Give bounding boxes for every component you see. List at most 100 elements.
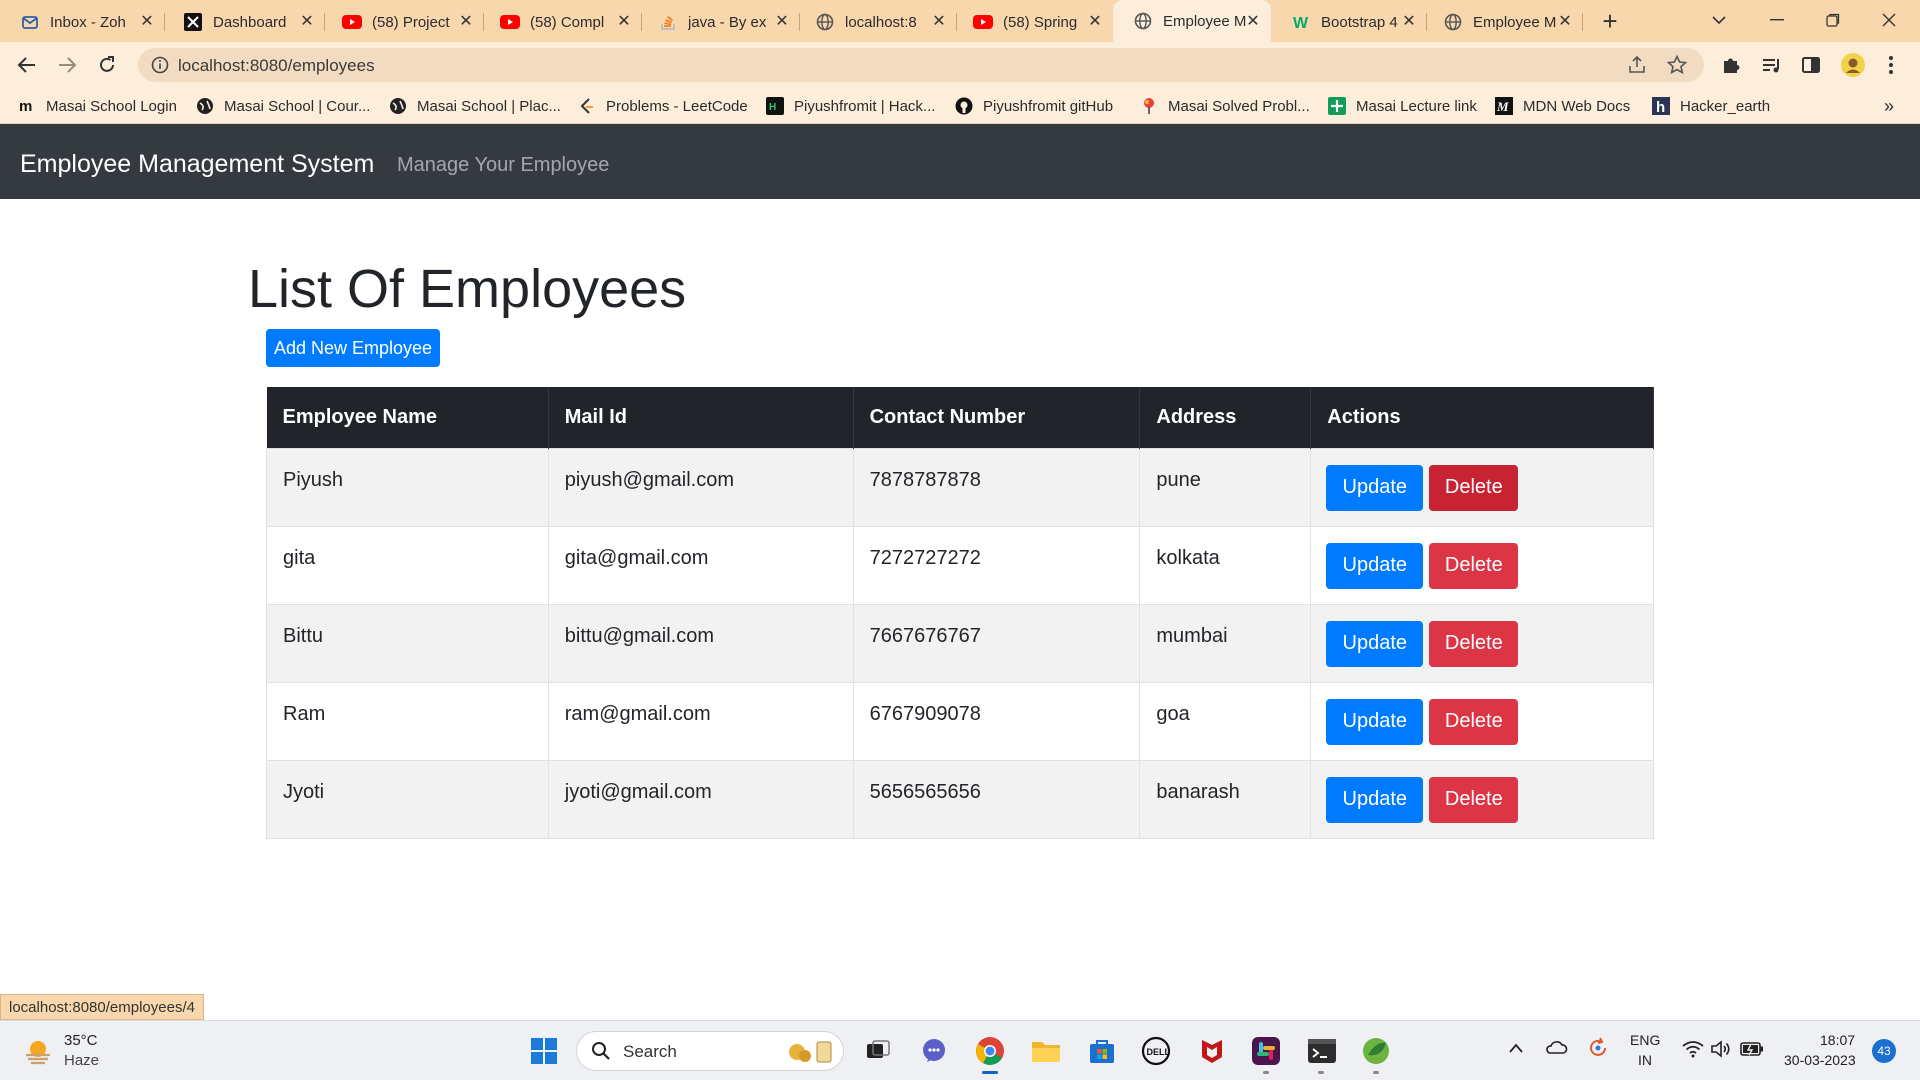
update-button[interactable]: Update bbox=[1326, 620, 1424, 667]
chrome-icon[interactable] bbox=[974, 1035, 1006, 1067]
close-window-button[interactable] bbox=[1862, 4, 1916, 36]
close-tab-icon[interactable]: ✕ bbox=[1243, 11, 1263, 31]
terminal-icon[interactable] bbox=[1306, 1035, 1338, 1067]
delete-button[interactable]: Delete bbox=[1429, 464, 1519, 511]
close-tab-icon[interactable]: ✕ bbox=[1555, 11, 1575, 31]
browser-tab[interactable]: java - By ex ✕ bbox=[638, 7, 800, 37]
bookmark-item[interactable]: m Masai School Login bbox=[18, 96, 177, 116]
bookmark-star-icon[interactable] bbox=[1666, 54, 1688, 76]
weather-description[interactable]: Haze bbox=[64, 1052, 99, 1069]
browser-tab-active[interactable]: Employee M ✕ bbox=[1113, 0, 1271, 42]
tab-search-icon[interactable] bbox=[1692, 4, 1746, 36]
bookmark-label: Masai Solved Probl... bbox=[1168, 97, 1310, 115]
employee-name: Ram bbox=[266, 681, 549, 761]
mcafee-icon[interactable] bbox=[1196, 1035, 1228, 1067]
bookmark-item[interactable]: Masai Lecture link bbox=[1328, 96, 1477, 116]
row-actions: Update Delete bbox=[1310, 681, 1654, 761]
nav-link-manage[interactable]: Manage Your Employee bbox=[397, 154, 609, 177]
teams-chat-icon[interactable] bbox=[918, 1035, 950, 1067]
browser-tab[interactable]: (58) Spring ✕ bbox=[953, 7, 1113, 37]
dell-icon[interactable]: DELL bbox=[1140, 1035, 1172, 1067]
reading-list-icon[interactable] bbox=[1760, 54, 1782, 76]
onedrive-cloud-icon[interactable] bbox=[1544, 1038, 1568, 1061]
close-tab-icon[interactable]: ✕ bbox=[456, 11, 476, 31]
bookmark-item[interactable]: Piyushfromit gitHub bbox=[955, 96, 1113, 116]
task-view-icon[interactable] bbox=[862, 1035, 894, 1067]
bookmark-label: Piyushfromit | Hack... bbox=[794, 97, 936, 115]
share-icon[interactable] bbox=[1626, 54, 1648, 76]
extensions-puzzle-icon[interactable] bbox=[1720, 54, 1742, 76]
spring-tool-suite-icon[interactable] bbox=[1360, 1035, 1392, 1067]
update-button[interactable]: Update bbox=[1326, 698, 1424, 745]
table-row: Piyush piyush@gmail.com 7878787878 pune … bbox=[266, 447, 1654, 527]
new-tab-button[interactable]: + bbox=[1596, 6, 1624, 36]
windows-start-icon[interactable] bbox=[528, 1035, 560, 1067]
weather-sun-icon[interactable] bbox=[22, 1035, 54, 1072]
browser-tab[interactable]: (58) Project ✕ bbox=[322, 7, 484, 37]
update-button[interactable]: Update bbox=[1326, 776, 1424, 823]
delete-button[interactable]: Delete bbox=[1429, 542, 1519, 589]
sync-icon[interactable] bbox=[1586, 1036, 1610, 1065]
address-bar[interactable]: localhost:8080/employees bbox=[138, 48, 1704, 82]
taskbar-search[interactable]: Search bbox=[576, 1031, 844, 1071]
pin-icon bbox=[1140, 97, 1158, 115]
mdn-icon: M bbox=[1495, 97, 1513, 115]
side-panel-icon[interactable] bbox=[1800, 54, 1822, 76]
show-hidden-icons-chevron-icon[interactable] bbox=[1508, 1041, 1524, 1059]
bookmark-item[interactable]: Masai School | Plac... bbox=[389, 96, 561, 116]
close-tab-icon[interactable]: ✕ bbox=[1085, 11, 1105, 31]
url-text[interactable]: localhost:8080/employees bbox=[178, 56, 375, 76]
youtube-icon bbox=[973, 12, 993, 32]
close-tab-icon[interactable]: ✕ bbox=[929, 11, 949, 31]
browser-tab[interactable]: W Bootstrap 4 ✕ bbox=[1271, 7, 1427, 37]
bookmark-item[interactable]: Masai Solved Probl... bbox=[1140, 96, 1310, 116]
close-tab-icon[interactable]: ✕ bbox=[772, 11, 792, 31]
employee-contact: 7272727272 bbox=[852, 525, 1141, 605]
language-indicator[interactable]: ENG bbox=[1630, 1032, 1660, 1048]
minimize-button[interactable] bbox=[1750, 4, 1804, 36]
tab-title: Dashboard bbox=[213, 13, 287, 31]
close-tab-icon[interactable]: ✕ bbox=[297, 11, 317, 31]
profile-avatar[interactable] bbox=[1840, 52, 1866, 78]
close-tab-icon[interactable]: ✕ bbox=[1399, 11, 1419, 31]
bookmark-item[interactable]: Masai School | Cour... bbox=[196, 96, 370, 116]
bookmark-item[interactable]: Problems - LeetCode bbox=[578, 96, 748, 116]
bookmark-item[interactable]: M MDN Web Docs bbox=[1495, 96, 1630, 116]
browser-tab[interactable]: Dashboard ✕ bbox=[163, 7, 325, 37]
browser-tab[interactable]: (58) Compl ✕ bbox=[480, 7, 642, 37]
wifi-icon[interactable] bbox=[1682, 1040, 1704, 1063]
volume-icon[interactable] bbox=[1710, 1040, 1732, 1063]
file-explorer-icon[interactable] bbox=[1030, 1035, 1062, 1067]
close-tab-icon[interactable]: ✕ bbox=[614, 11, 634, 31]
battery-charging-icon[interactable] bbox=[1740, 1041, 1764, 1062]
update-button[interactable]: Update bbox=[1326, 464, 1424, 511]
bookmark-item[interactable]: h Hacker_earth bbox=[1652, 96, 1770, 116]
delete-button[interactable]: Delete bbox=[1429, 776, 1519, 823]
weather-temperature[interactable]: 35°C bbox=[64, 1032, 98, 1049]
close-tab-icon[interactable]: ✕ bbox=[137, 11, 157, 31]
slack-icon[interactable] bbox=[1250, 1035, 1282, 1067]
delete-button[interactable]: Delete bbox=[1429, 698, 1519, 745]
clock-time[interactable]: 18:07 bbox=[1820, 1032, 1855, 1048]
restore-button[interactable] bbox=[1806, 4, 1860, 36]
notification-badge[interactable]: 43 bbox=[1872, 1039, 1896, 1063]
back-arrow-icon[interactable] bbox=[12, 50, 42, 80]
update-button[interactable]: Update bbox=[1326, 542, 1424, 589]
bookmark-item[interactable]: H Piyushfromit | Hack... bbox=[766, 96, 935, 116]
windows-taskbar: 35°C Haze Search DELL ENG IN 18:07 30-03… bbox=[0, 1020, 1920, 1080]
browser-tab[interactable]: Inbox - Zoh ✕ bbox=[0, 7, 165, 37]
add-employee-button[interactable]: Add New Employee bbox=[266, 329, 440, 367]
language-region[interactable]: IN bbox=[1638, 1052, 1652, 1068]
more-bookmarks-button[interactable]: » bbox=[1884, 96, 1894, 116]
more-menu-icon[interactable] bbox=[1880, 54, 1902, 76]
navbar-brand[interactable]: Employee Management System bbox=[20, 150, 374, 179]
delete-button[interactable]: Delete bbox=[1429, 620, 1519, 667]
microsoft-store-icon[interactable] bbox=[1086, 1035, 1118, 1067]
site-info-icon[interactable] bbox=[150, 55, 170, 75]
browser-tab[interactable]: Employee M ✕ bbox=[1423, 7, 1583, 37]
spring-running-indicator bbox=[1373, 1071, 1379, 1074]
browser-tab[interactable]: localhost:8 ✕ bbox=[795, 7, 957, 37]
clock-date[interactable]: 30-03-2023 bbox=[1784, 1052, 1856, 1068]
forward-arrow-icon[interactable] bbox=[52, 50, 82, 80]
reload-icon[interactable] bbox=[92, 50, 122, 80]
